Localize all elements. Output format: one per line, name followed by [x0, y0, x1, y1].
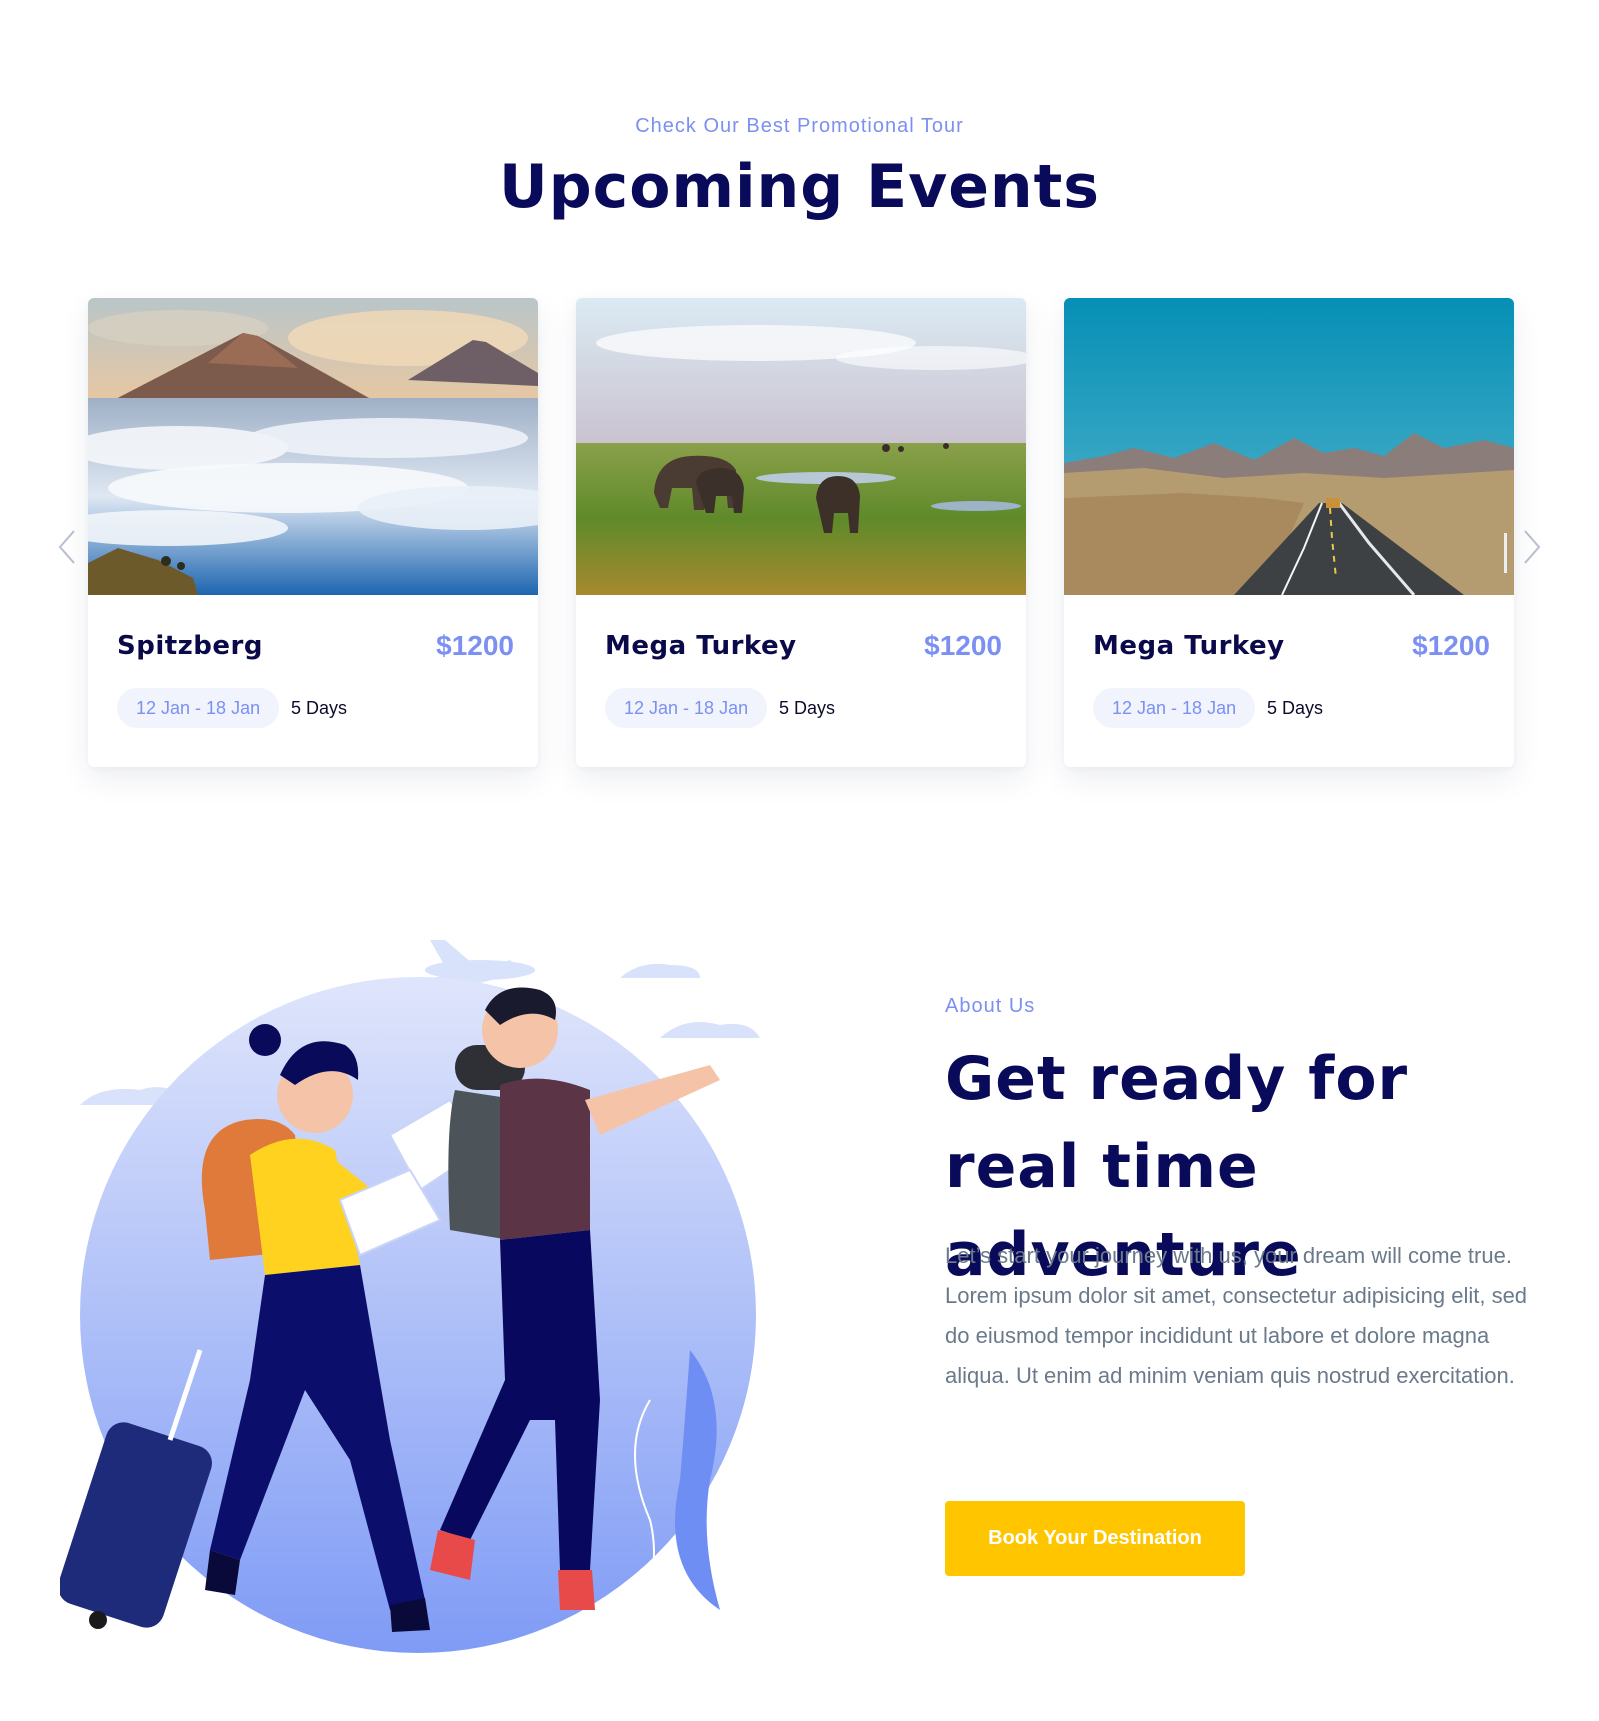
event-card[interactable]: Mega Turkey $1200 12 Jan - 18 Jan 5 Days	[576, 298, 1026, 767]
carousel-prev-button[interactable]	[52, 527, 82, 567]
event-name: Mega Turkey	[605, 631, 797, 661]
events-eyebrow: Check Our Best Promotional Tour	[635, 115, 964, 137]
book-destination-button[interactable]: Book Your Destination	[945, 1501, 1245, 1576]
about-text: Let’s start your journey with us, your d…	[945, 1243, 1528, 1388]
event-image-elephants[interactable]	[576, 298, 1026, 595]
event-duration: 5 Days	[1267, 698, 1324, 718]
carousel-next-button[interactable]	[1517, 527, 1547, 567]
event-price: $1200	[436, 630, 514, 661]
event-dates: 12 Jan - 18 Jan	[605, 688, 768, 728]
event-name: Spitzberg	[117, 631, 263, 661]
event-image-volcano[interactable]	[88, 298, 538, 595]
event-price: $1200	[1412, 630, 1490, 661]
event-dates: 12 Jan - 18 Jan	[1093, 688, 1256, 728]
event-card[interactable]: Mega Turkey $1200 12 Jan - 18 Jan 5 Days	[1064, 298, 1514, 767]
about-eyebrow: About Us	[945, 995, 1036, 1017]
event-name: Mega Turkey	[1093, 631, 1285, 661]
event-price: $1200	[924, 630, 1002, 661]
chevron-right-icon	[1524, 530, 1541, 564]
chevron-left-icon	[58, 530, 75, 564]
event-duration: 5 Days	[779, 698, 836, 718]
events-title: Upcoming Events	[499, 152, 1100, 222]
travelers-illustration	[60, 920, 800, 1655]
event-dates: 12 Jan - 18 Jan	[117, 688, 280, 728]
event-duration: 5 Days	[291, 698, 348, 718]
event-image-road[interactable]	[1064, 298, 1514, 595]
event-card[interactable]: Spitzberg $1200 12 Jan - 18 Jan 5 Days	[88, 298, 538, 767]
